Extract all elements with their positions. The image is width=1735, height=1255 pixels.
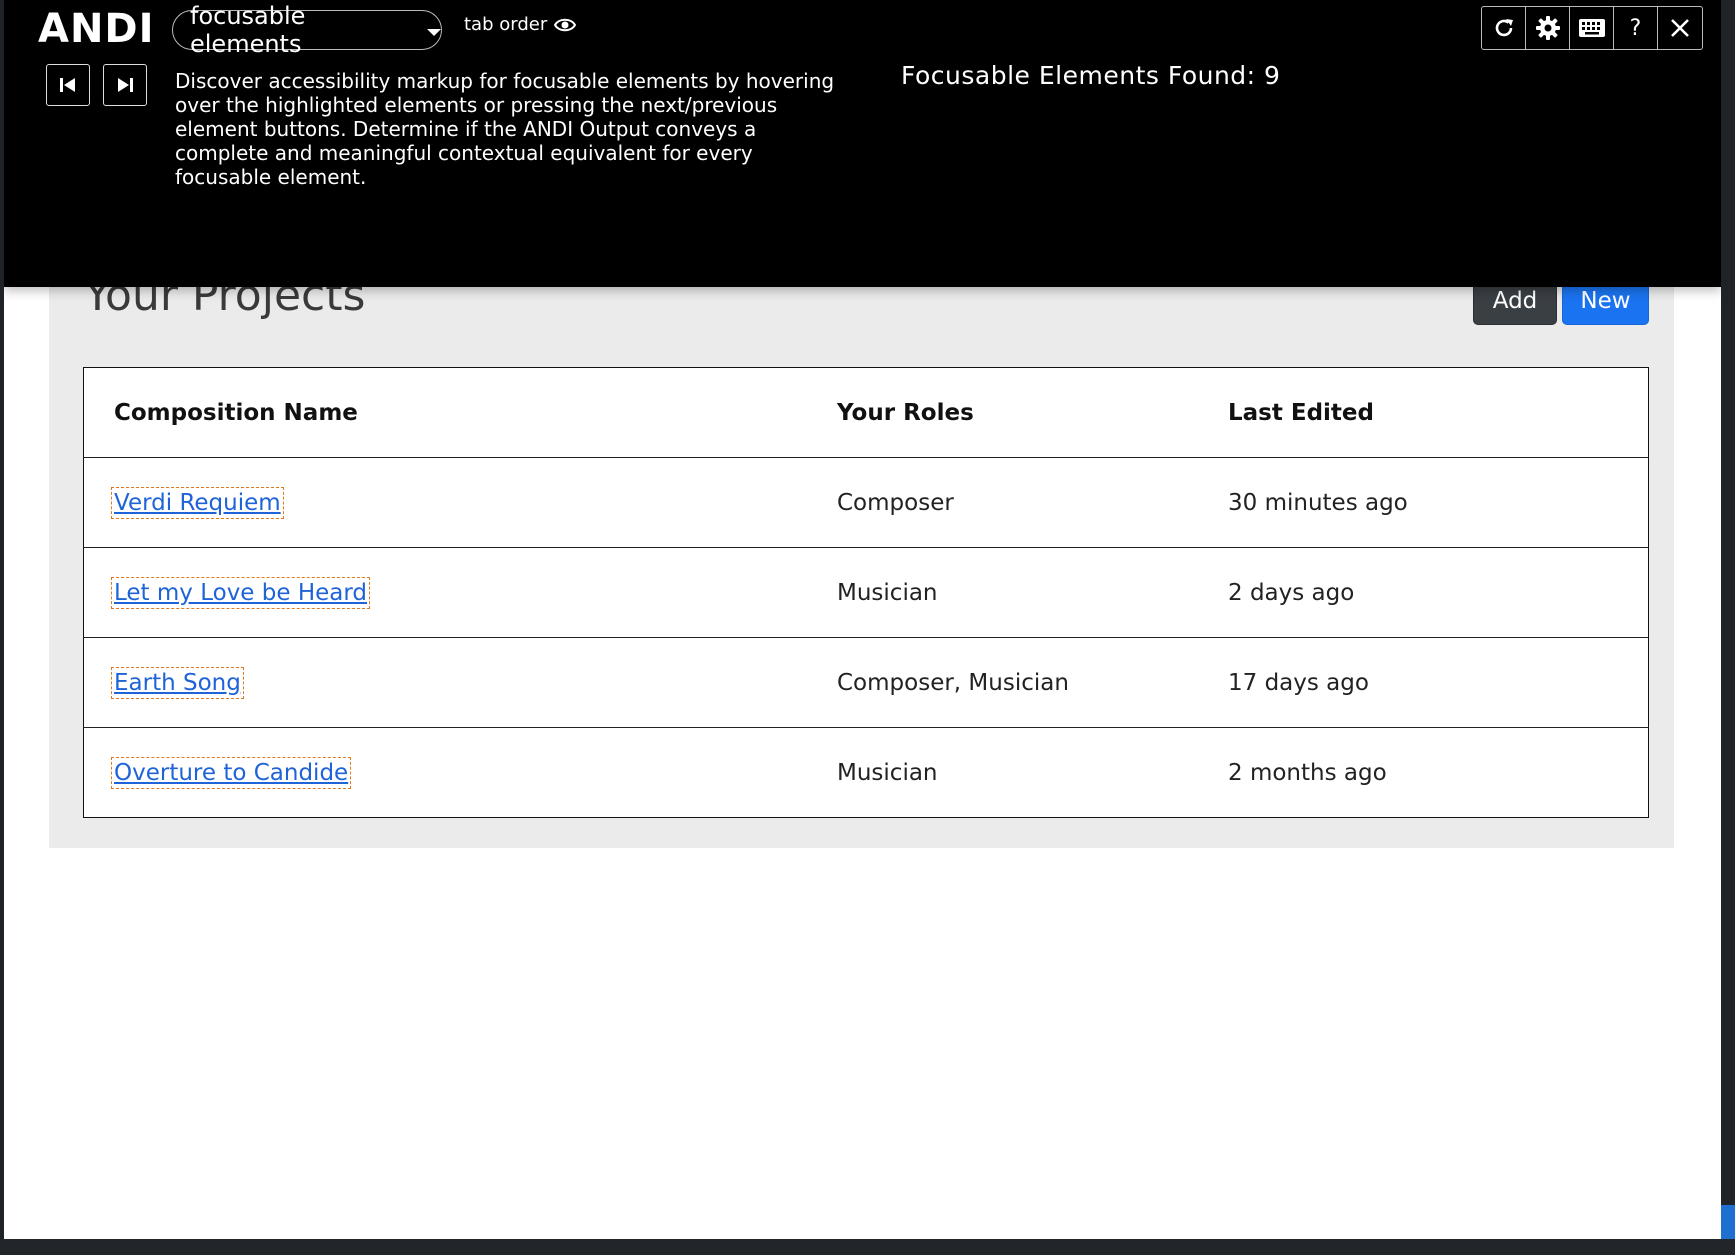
- scrollbar-accent: [1721, 1205, 1735, 1239]
- skip-previous-icon: [60, 78, 75, 92]
- table-row: Earth Song Composer, Musician 17 days ag…: [83, 637, 1649, 728]
- next-element-button[interactable]: [103, 64, 147, 106]
- module-selector[interactable]: focusable elements: [172, 2, 442, 58]
- andi-tool-buttons: ?: [1481, 6, 1703, 50]
- close-icon: [1671, 19, 1689, 37]
- project-link[interactable]: Overture to Candide: [110, 756, 352, 789]
- composition-cell: Overture to Candide: [84, 728, 838, 818]
- column-header-roles: Your Roles: [837, 367, 1228, 458]
- table-row: Let my Love be Heard Musician 2 days ago: [83, 547, 1649, 638]
- window-right-edge: [1721, 0, 1735, 1255]
- roles-cell: Composer: [837, 457, 1228, 548]
- composition-cell: Let my Love be Heard: [83, 547, 837, 638]
- projects-table: Composition Name Your Roles Last Edited …: [83, 367, 1649, 818]
- andi-instructions: Discover accessibility markup for focusa…: [175, 69, 835, 189]
- project-link[interactable]: Verdi Requiem: [111, 486, 284, 519]
- close-andi-button[interactable]: [1658, 7, 1702, 49]
- column-header-name: Composition Name: [83, 367, 837, 458]
- table-row: Verdi Requiem Composer 30 minutes ago: [83, 457, 1649, 548]
- skip-next-icon: [118, 78, 133, 92]
- browser-viewport: ANDI focusable elements tab order Discov…: [4, 0, 1721, 1239]
- keyboard-icon: [1578, 19, 1605, 37]
- gear-icon: [1535, 16, 1560, 40]
- refresh-button[interactable]: [1482, 7, 1526, 49]
- roles-cell: Musician: [837, 759, 938, 786]
- composition-cell: Verdi Requiem: [83, 457, 837, 548]
- help-button[interactable]: ?: [1614, 7, 1658, 49]
- last-edited-cell: 30 minutes ago: [1228, 457, 1649, 548]
- refresh-icon: [1495, 19, 1513, 37]
- project-link[interactable]: Let my Love be Heard: [110, 576, 371, 609]
- taskbar-edge: [0, 1239, 1735, 1255]
- project-link[interactable]: Earth Song: [111, 666, 244, 699]
- tab-order-toggle[interactable]: tab order: [464, 14, 577, 35]
- focusable-count: Focusable Elements Found: 9: [901, 61, 1281, 90]
- andi-logo: ANDI: [38, 6, 155, 52]
- settings-button[interactable]: [1526, 7, 1570, 49]
- keyboard-shortcuts-button[interactable]: [1570, 7, 1614, 49]
- previous-element-button[interactable]: [46, 64, 90, 106]
- last-edited-cell: 2 months ago: [1228, 759, 1387, 786]
- roles-cell: Composer, Musician: [837, 637, 1228, 728]
- eye-icon: [554, 18, 577, 31]
- last-edited-cell: 2 days ago: [1228, 547, 1649, 638]
- tab-order-label: tab order: [464, 14, 548, 35]
- roles-cell: Musician: [837, 547, 1228, 638]
- andi-toolbar: ANDI focusable elements tab order Discov…: [4, 0, 1721, 287]
- help-icon: ?: [1629, 15, 1642, 41]
- column-header-edited: Last Edited: [1228, 367, 1649, 458]
- table-header-row: Composition Name Your Roles Last Edited: [83, 367, 1649, 458]
- table-row: Overture to Candide Musician 2 months ag…: [84, 728, 1649, 818]
- last-edited-cell: 17 days ago: [1228, 637, 1649, 728]
- module-selector-label: focusable elements: [190, 2, 306, 58]
- composition-cell: Earth Song: [83, 637, 837, 728]
- caret-down-icon: [427, 28, 441, 36]
